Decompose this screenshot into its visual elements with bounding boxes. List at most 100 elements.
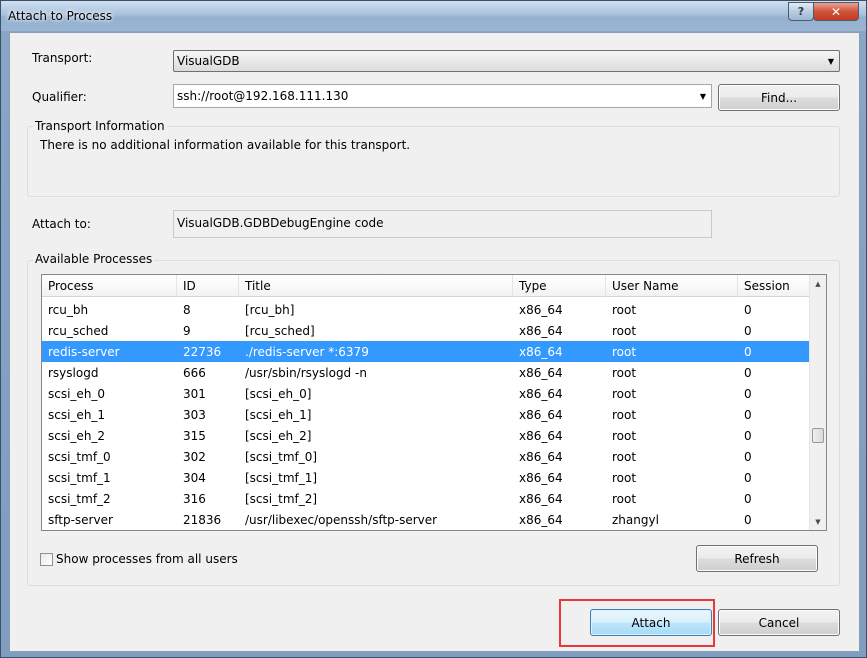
table-cell: [scsi_eh_1] — [245, 408, 312, 422]
table-cell: x86_64 — [519, 513, 563, 527]
qualifier-value: ssh://root@192.168.111.130 — [177, 89, 349, 103]
attach-highlight-box — [559, 599, 715, 647]
table-cell: x86_64 — [519, 345, 563, 359]
chevron-down-icon[interactable]: ▼ — [695, 85, 711, 107]
table-cell: 21836 — [183, 513, 222, 527]
table-cell: 0 — [744, 408, 752, 422]
table-cell: 304 — [183, 471, 206, 485]
table-row[interactable]: scsi_eh_2 315 [scsi_eh_2] x86_64 root 0 — [42, 425, 810, 446]
table-row[interactable]: scsi_eh_1 303 [scsi_eh_1] x86_64 root 0 — [42, 404, 810, 425]
qualifier-combobox[interactable]: ssh://root@192.168.111.130 ▼ — [173, 84, 712, 108]
table-cell: 316 — [183, 492, 206, 506]
table-cell: [scsi_tmf_0] — [245, 450, 318, 464]
table-cell: x86_64 — [519, 366, 563, 380]
table-row[interactable]: scsi_eh_0 301 [scsi_eh_0] x86_64 root 0 — [42, 383, 810, 404]
table-cell: 0 — [744, 471, 752, 485]
table-cell: root — [612, 303, 637, 317]
available-processes-title: Available Processes — [33, 252, 155, 266]
table-row[interactable]: scsi_tmf_0 302 [scsi_tmf_0] x86_64 root 0 — [42, 446, 810, 467]
table-cell: 666 — [183, 366, 206, 380]
table-cell: x86_64 — [519, 471, 563, 485]
dialog-body: Transport: VisualGDB ▼ Qualifier: ssh://… — [9, 32, 860, 652]
table-row[interactable]: rcu_sched 9 [rcu_sched] x86_64 root 0 — [42, 320, 810, 341]
close-button[interactable]: ✕ — [813, 2, 859, 21]
table-cell: [rcu_sched] — [245, 324, 315, 338]
table-cell: scsi_eh_0 — [48, 387, 106, 401]
show-all-users-checkbox[interactable] — [40, 553, 53, 566]
table-cell: 0 — [744, 366, 752, 380]
attach-to-label: Attach to: — [32, 217, 91, 231]
table-row[interactable]: redis-server 22736 ./redis-server *:6379 x8… — [42, 341, 810, 362]
table-cell: [scsi_tmf_1] — [245, 471, 318, 485]
show-all-users-label[interactable]: Show processes from all users — [56, 552, 238, 566]
table-cell: scsi_tmf_2 — [48, 492, 111, 506]
table-cell: rcu_bh — [48, 303, 89, 317]
help-button[interactable]: ? — [788, 2, 814, 21]
table-cell: root — [612, 387, 637, 401]
table-row[interactable]: rsyslogd 666/usr/sbin/rsyslogd -n x86_64 ro… — [42, 362, 810, 383]
transport-info-text: There is no additional information avail… — [40, 138, 411, 152]
table-cell: 302 — [183, 450, 206, 464]
table-cell: 0 — [744, 429, 752, 443]
table-cell: 0 — [744, 387, 752, 401]
table-cell: /usr/sbin/rsyslogd -n — [245, 366, 367, 380]
column-header[interactable]: User Name — [606, 275, 738, 297]
table-cell: ./redis-server *:6379 — [245, 345, 369, 359]
refresh-button[interactable]: Refresh — [696, 545, 818, 572]
table-cell: root — [612, 471, 637, 485]
table-cell: root — [612, 324, 637, 338]
chevron-down-icon: ▼ — [827, 56, 835, 66]
table-cell: 303 — [183, 408, 206, 422]
table-row[interactable]: sftp-server 21836/usr/libexec/openssh/sft… — [42, 509, 810, 530]
find-button[interactable]: Find... — [718, 84, 840, 111]
table-cell: [scsi_eh_0] — [245, 387, 312, 401]
table-cell: root — [612, 492, 637, 506]
table-cell: 0 — [744, 345, 752, 359]
table-cell: /usr/libexec/openssh/sftp-server — [245, 513, 438, 527]
table-cell: 301 — [183, 387, 206, 401]
table-cell: 22736 — [183, 345, 222, 359]
attach-to-value: VisualGDB.GDBDebugEngine code — [177, 216, 384, 230]
transport-dropdown[interactable]: VisualGDB ▼ — [173, 50, 840, 72]
cancel-button[interactable]: Cancel — [718, 609, 840, 636]
process-list-scrollbar[interactable]: ▲ ▼ — [809, 275, 826, 530]
table-cell: 0 — [744, 513, 752, 527]
table-cell: 0 — [744, 324, 752, 338]
table-cell: 0 — [744, 303, 752, 317]
table-cell: rcu_sched — [48, 324, 109, 338]
column-header[interactable]: ID — [177, 275, 239, 297]
column-header[interactable]: Process — [42, 275, 177, 297]
table-row[interactable]: scsi_tmf_2 316 [scsi_tmf_2] x86_64 root 0 — [42, 488, 810, 509]
title-bar: Attach to Process ? ✕ — [1, 1, 866, 31]
window-title: Attach to Process — [8, 9, 113, 23]
table-cell: redis-server — [48, 345, 120, 359]
column-header[interactable]: Type — [513, 275, 606, 297]
table-row[interactable]: scsi_tmf_1 304 [scsi_tmf_1] x86_64 root 0 — [42, 467, 810, 488]
table-cell: 8 — [183, 303, 191, 317]
scroll-up-icon[interactable]: ▲ — [810, 275, 826, 292]
transport-info-title: Transport Information — [33, 119, 167, 133]
table-cell: root — [612, 450, 637, 464]
table-cell: root — [612, 366, 637, 380]
table-cell: scsi_eh_2 — [48, 429, 106, 443]
table-cell: x86_64 — [519, 492, 563, 506]
table-cell: 9 — [183, 324, 191, 338]
table-cell: x86_64 — [519, 324, 563, 338]
scrollbar-thumb[interactable] — [812, 428, 824, 443]
table-cell: root — [612, 408, 637, 422]
qualifier-label: Qualifier: — [32, 90, 87, 104]
column-header[interactable]: Session — [738, 275, 810, 297]
table-row[interactable]: rcu_bh 8 [rcu_bh] x86_64 root 0 — [42, 299, 810, 320]
table-cell: scsi_tmf_1 — [48, 471, 111, 485]
table-cell: rsyslogd — [48, 366, 99, 380]
column-header[interactable]: Title — [239, 275, 513, 297]
scroll-down-icon[interactable]: ▼ — [810, 513, 826, 530]
table-cell: x86_64 — [519, 450, 563, 464]
transport-label: Transport: — [32, 51, 93, 65]
table-cell: 0 — [744, 492, 752, 506]
process-list[interactable]: Process ID Title Type User Name Session rcu_b… — [41, 274, 827, 531]
table-cell: scsi_eh_1 — [48, 408, 106, 422]
table-cell: [rcu_bh] — [245, 303, 295, 317]
table-cell: 315 — [183, 429, 206, 443]
table-cell: root — [612, 429, 637, 443]
